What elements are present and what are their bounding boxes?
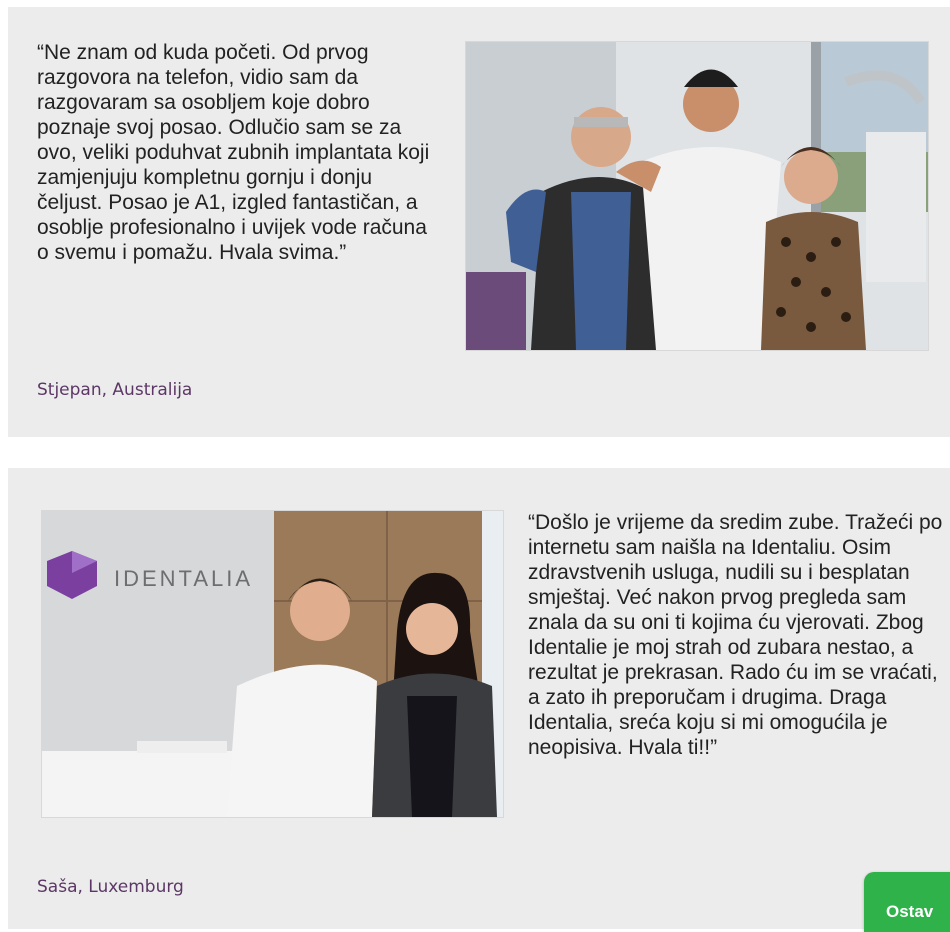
patient-photo: IDENTALIA [41,510,504,818]
testimonial-quote: “Ne znam od kuda početi. Od prvog razgov… [37,41,430,264]
leave-review-button[interactable]: Ostav [864,872,950,932]
wall-logo-text: IDENTALIA [114,566,253,591]
testimonial-author: Stjepan, Australija [37,380,193,400]
patient-photo [465,41,929,351]
testimonial-author: Saša, Luxemburg [37,877,184,897]
testimonial-card: “Ne znam od kuda početi. Od prvog razgov… [8,7,950,437]
testimonial-card: IDENTALIA “Došlo je vrijeme da sredim zu… [8,468,950,929]
testimonial-quote: “Došlo je vrijeme da sredim zube. Tražeć… [528,511,943,759]
